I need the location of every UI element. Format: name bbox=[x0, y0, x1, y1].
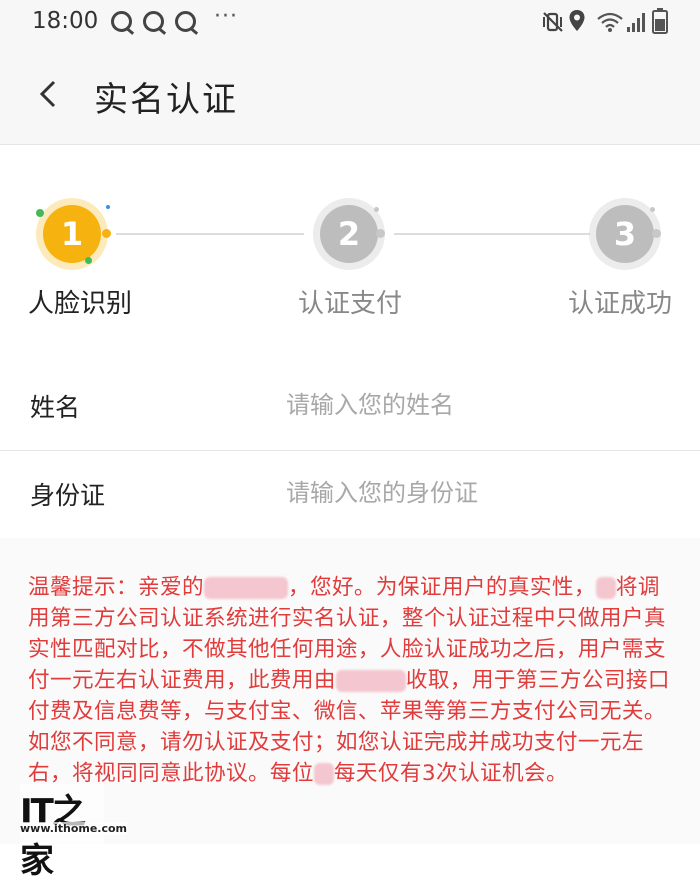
decor-dot bbox=[650, 207, 655, 212]
ithome-watermark: IT之家 www.ithome.com bbox=[20, 784, 128, 882]
notice-text: 温馨提示：亲爱的 bbox=[28, 575, 204, 600]
decor-dot bbox=[36, 209, 44, 217]
id-card-label: 身份证 bbox=[30, 481, 106, 510]
battery-icon bbox=[652, 8, 668, 34]
decor-dot bbox=[652, 229, 661, 238]
q-notification-icon bbox=[111, 11, 132, 32]
id-card-row: 身份证 bbox=[0, 452, 700, 538]
app-header: 实名认证 bbox=[0, 44, 700, 145]
divider bbox=[0, 450, 700, 451]
id-card-input[interactable] bbox=[286, 470, 666, 516]
step-3-label: 认证成功 bbox=[568, 289, 673, 319]
redacted-text bbox=[335, 670, 406, 692]
more-notifications-icon: ··· bbox=[214, 4, 238, 29]
name-row: 姓名 bbox=[0, 364, 700, 450]
q-notification-icon bbox=[175, 11, 196, 32]
location-icon bbox=[569, 10, 585, 31]
status-time: 18:00 bbox=[32, 8, 99, 34]
notice-text: 每天仅有3次认证机会。 bbox=[333, 761, 568, 786]
name-input[interactable] bbox=[286, 382, 666, 428]
decor-dot bbox=[102, 229, 111, 238]
step-connector bbox=[394, 233, 590, 235]
step-3-number: 3 bbox=[596, 205, 654, 263]
decor-dot bbox=[376, 229, 385, 238]
redacted-text bbox=[313, 763, 334, 785]
decor-dot bbox=[106, 205, 110, 209]
mute-vibrate-icon bbox=[543, 12, 563, 32]
decor-dot bbox=[85, 257, 92, 264]
wifi-icon bbox=[597, 12, 623, 32]
name-label: 姓名 bbox=[30, 393, 81, 422]
q-notification-icon bbox=[143, 11, 164, 32]
status-bar: 18:00 ··· bbox=[0, 0, 700, 44]
step-1-number: 1 bbox=[43, 205, 101, 263]
page-title: 实名认证 bbox=[94, 80, 238, 120]
warm-tip-notice: 温馨提示：亲爱的 ，您好。为保证用户的真实性， 将调用第三方公司认证系统进行实名认证… bbox=[28, 572, 678, 789]
notice-text: ，您好。为保证用户的真实性， bbox=[287, 575, 596, 600]
step-2-label: 认证支付 bbox=[298, 289, 403, 319]
progress-stepper: 1 人脸识别 2 认证支付 3 认证成功 bbox=[0, 145, 700, 345]
step-connector bbox=[116, 233, 304, 235]
decor-dot bbox=[374, 207, 379, 212]
signal-icon bbox=[627, 13, 645, 32]
ithome-url: www.ithome.com bbox=[20, 822, 128, 835]
redacted-text bbox=[203, 577, 288, 599]
step-2-number: 2 bbox=[320, 205, 378, 263]
notice-area: 温馨提示：亲爱的 ，您好。为保证用户的真实性， 将调用第三方公司认证系统进行实名认证… bbox=[0, 538, 700, 844]
back-arrow-icon[interactable] bbox=[30, 74, 66, 114]
step-1-label: 人脸识别 bbox=[28, 289, 133, 319]
redacted-text bbox=[595, 577, 616, 599]
